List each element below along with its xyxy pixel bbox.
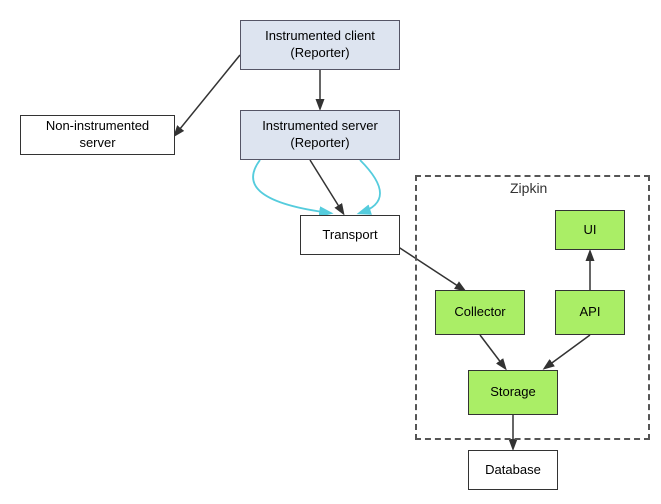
storage-label: Storage bbox=[490, 384, 536, 401]
collector-label: Collector bbox=[454, 304, 505, 321]
instrumented-client-node: Instrumented client (Reporter) bbox=[240, 20, 400, 70]
ui-label: UI bbox=[584, 222, 597, 239]
transport-node: Transport bbox=[300, 215, 400, 255]
instrumented-server-node: Instrumented server (Reporter) bbox=[240, 110, 400, 160]
transport-label: Transport bbox=[322, 227, 377, 244]
storage-node: Storage bbox=[468, 370, 558, 415]
collector-node: Collector bbox=[435, 290, 525, 335]
instrumented-server-label: Instrumented server (Reporter) bbox=[262, 118, 378, 152]
non-instrumented-node: Non-instrumented server bbox=[20, 115, 175, 155]
ui-node: UI bbox=[555, 210, 625, 250]
api-node: API bbox=[555, 290, 625, 335]
instrumented-client-label: Instrumented client (Reporter) bbox=[265, 28, 375, 62]
api-label: API bbox=[580, 304, 601, 321]
database-label: Database bbox=[485, 462, 541, 479]
architecture-diagram: Zipkin Instrumented client (Reporter) No… bbox=[0, 0, 661, 504]
non-instrumented-label: Non-instrumented server bbox=[29, 118, 166, 152]
database-node: Database bbox=[468, 450, 558, 490]
zipkin-label: Zipkin bbox=[510, 180, 547, 196]
